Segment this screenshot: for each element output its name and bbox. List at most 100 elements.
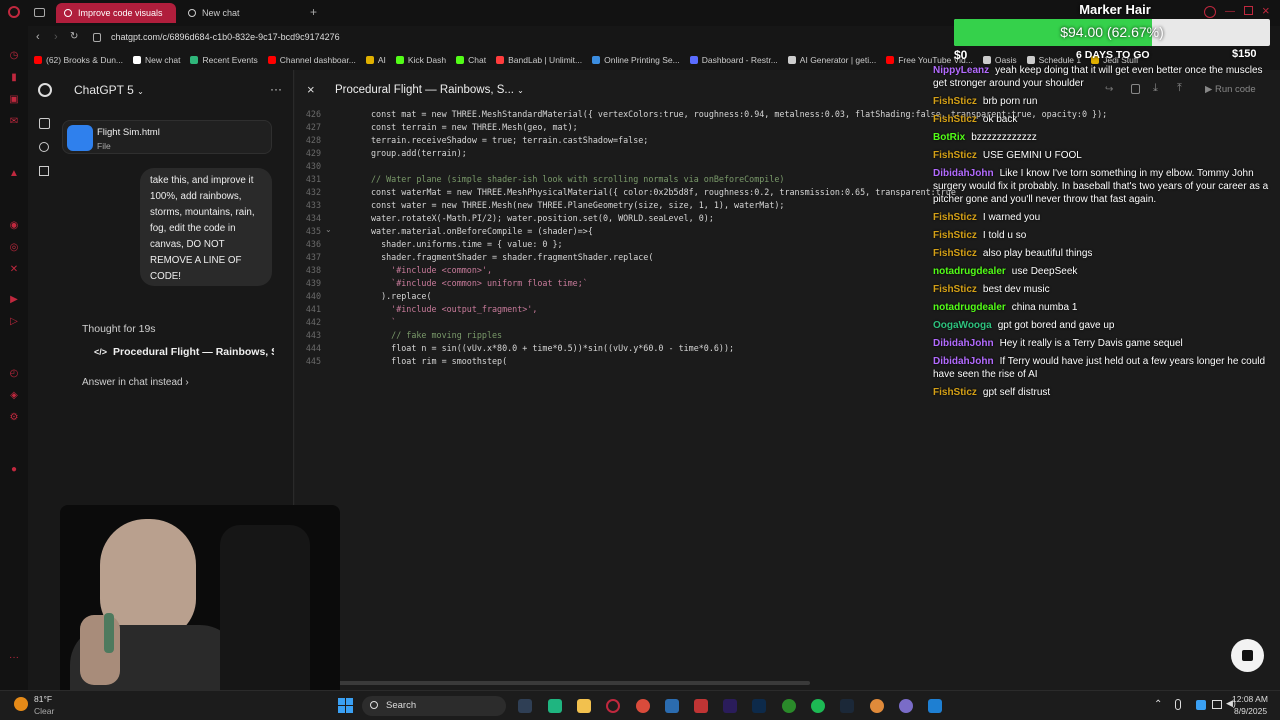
tab-label: Improve code visuals [78, 8, 163, 18]
chat-text: Hey it really is a Terry Davis game sequ… [999, 338, 1183, 349]
chat-username: FishSticz [933, 284, 977, 295]
bookmark-favicon-icon [592, 56, 601, 64]
code-text: group.add(terrain); [371, 148, 467, 158]
premiere-icon[interactable] [723, 699, 737, 713]
model-selector[interactable]: ChatGPT 5 ⌄ [74, 83, 144, 97]
file-explorer-icon[interactable] [577, 699, 591, 713]
code-text: const water = new THREE.Mesh(new THREE.P… [371, 200, 785, 210]
bookmark-favicon-icon [365, 56, 374, 64]
bookmark-label: Chat [468, 55, 487, 65]
vscode-icon[interactable] [928, 699, 942, 713]
news-icon[interactable]: ▣ [8, 94, 20, 106]
bookmark-item[interactable]: BandLab | Unlimit... [496, 55, 582, 65]
file-icon [67, 125, 93, 151]
app-icon-3[interactable] [665, 699, 679, 713]
more-icon[interactable]: ··· [8, 652, 20, 664]
history-icon[interactable]: ◷ [8, 50, 20, 62]
whatsapp-icon[interactable]: ◎ [8, 242, 20, 254]
chrome-icon[interactable] [636, 699, 650, 713]
steam-icon[interactable] [840, 699, 854, 713]
line-number: 442 [305, 317, 321, 327]
start-icon[interactable] [338, 698, 353, 713]
taskbar-search[interactable]: Search [362, 696, 506, 716]
code-text: `#include <common> uniform float time;` [371, 278, 588, 288]
record-icon[interactable]: ● [8, 464, 20, 476]
bookmark-item[interactable]: Dashboard - Restr... [689, 55, 778, 65]
settings-icon[interactable]: ⚙ [8, 412, 20, 424]
horizontal-scrollbar[interactable] [335, 681, 810, 685]
thought-duration[interactable]: Thought for 19s [82, 323, 156, 335]
clock-time[interactable]: 12:08 AM [1232, 694, 1268, 704]
tray-app-icon[interactable] [1196, 700, 1206, 710]
app-icon-5[interactable] [870, 699, 884, 713]
bookmark-item[interactable]: Online Printing Se... [592, 55, 680, 65]
opera-icon[interactable] [606, 699, 620, 713]
bookmark-item[interactable]: AI [365, 55, 386, 65]
chat-username: FishSticz [933, 230, 977, 241]
app-icon-2[interactable] [548, 699, 562, 713]
app-icon-4[interactable] [694, 699, 708, 713]
more-options-icon[interactable]: ··· [270, 82, 282, 96]
photoshop-icon[interactable] [752, 699, 766, 713]
player-icon[interactable]: ▷ [8, 316, 20, 328]
new-chat-icon[interactable] [39, 118, 50, 129]
shopping-icon[interactable]: ▲ [8, 168, 20, 180]
tab-sidebar-icon[interactable] [34, 8, 45, 17]
library-icon[interactable] [39, 166, 49, 176]
canvas-title[interactable]: Procedural Flight — Rainbows, S... ⌄ [335, 84, 524, 96]
tab-improve-code-visuals[interactable]: Improve code visuals [56, 3, 176, 23]
code-text: const waterMat = new THREE.MeshPhysicalM… [371, 187, 956, 197]
line-number: 437 [305, 252, 321, 262]
bookmark-item[interactable]: Channel dashboar... [267, 55, 356, 65]
app-icon-1[interactable] [518, 699, 532, 713]
tab-new-chat[interactable]: New chat [180, 3, 300, 23]
microphone-icon[interactable] [1175, 699, 1181, 710]
close-canvas-icon[interactable]: × [307, 82, 315, 97]
line-number: 428 [305, 135, 321, 145]
bookmark-label: Channel dashboar... [279, 55, 356, 65]
bookmark-favicon-icon [689, 56, 698, 64]
bookmark-item[interactable]: Kick Dash [395, 55, 446, 65]
url-field[interactable]: chatgpt.com/c/6896d684-c1b0-832e-9c17-bc… [111, 32, 340, 42]
bookmark-item[interactable]: Chat [456, 55, 486, 65]
back-icon[interactable]: ‹ [36, 31, 40, 43]
browser-logo-icon[interactable] [8, 6, 20, 18]
fold-chevron-icon[interactable]: ⌄ [325, 225, 332, 234]
clock-icon[interactable]: ◴ [8, 368, 20, 380]
xbox-icon[interactable] [782, 699, 796, 713]
reload-icon[interactable]: ↻ [70, 31, 78, 42]
clock-date[interactable]: 8/9/2025 [1234, 706, 1267, 716]
bookmark-label: BandLab | Unlimit... [508, 55, 583, 65]
x-icon[interactable]: ✕ [8, 264, 20, 276]
bookmark-icon[interactable]: ▮ [8, 72, 20, 84]
network-icon[interactable] [1212, 700, 1222, 709]
bookmark-item[interactable]: AI Generator | geti... [787, 55, 876, 65]
stop-generating-button[interactable] [1231, 639, 1264, 672]
bookmark-item[interactable]: New chat [133, 55, 180, 65]
spotify-icon[interactable] [811, 699, 825, 713]
openai-logo-icon[interactable] [38, 83, 52, 97]
new-tab-icon[interactable]: + [310, 5, 317, 19]
bookmark-item[interactable]: Recent Events [190, 55, 258, 65]
site-info-icon[interactable] [93, 33, 101, 42]
canvas-link[interactable]: </> Procedural Flight — Rainbows, St [94, 346, 274, 358]
search-icon[interactable] [39, 142, 49, 152]
file-attachment[interactable]: Flight Sim.html File [62, 120, 272, 154]
microphone [104, 613, 114, 653]
tray-chevron-icon[interactable]: ⌃ [1154, 699, 1162, 710]
bookmark-label: (62) Brooks & Dun... [46, 55, 124, 65]
discord-icon[interactable] [899, 699, 913, 713]
line-number: 445 [305, 356, 321, 366]
pin-icon[interactable]: ◈ [8, 390, 20, 402]
weather-icon[interactable] [14, 697, 28, 711]
messenger-icon[interactable]: ◉ [8, 220, 20, 232]
code-text: '#include <output_fragment>', [371, 304, 538, 314]
donation-goal-overlay: Marker Hair $94.00 (62.67%) $0 6 DAYS TO… [954, 0, 1276, 64]
code-text: shader.fragmentShader = shader.fragmentS… [371, 252, 654, 262]
forward-icon[interactable]: › [54, 31, 58, 43]
answer-in-chat-link[interactable]: Answer in chat instead › [82, 377, 189, 388]
music-icon[interactable]: ▶ [8, 294, 20, 306]
goal-countdown: 6 DAYS TO GO [1076, 49, 1150, 61]
mail-icon[interactable]: ✉ [8, 116, 20, 128]
bookmark-item[interactable]: (62) Brooks & Dun... [34, 55, 123, 65]
